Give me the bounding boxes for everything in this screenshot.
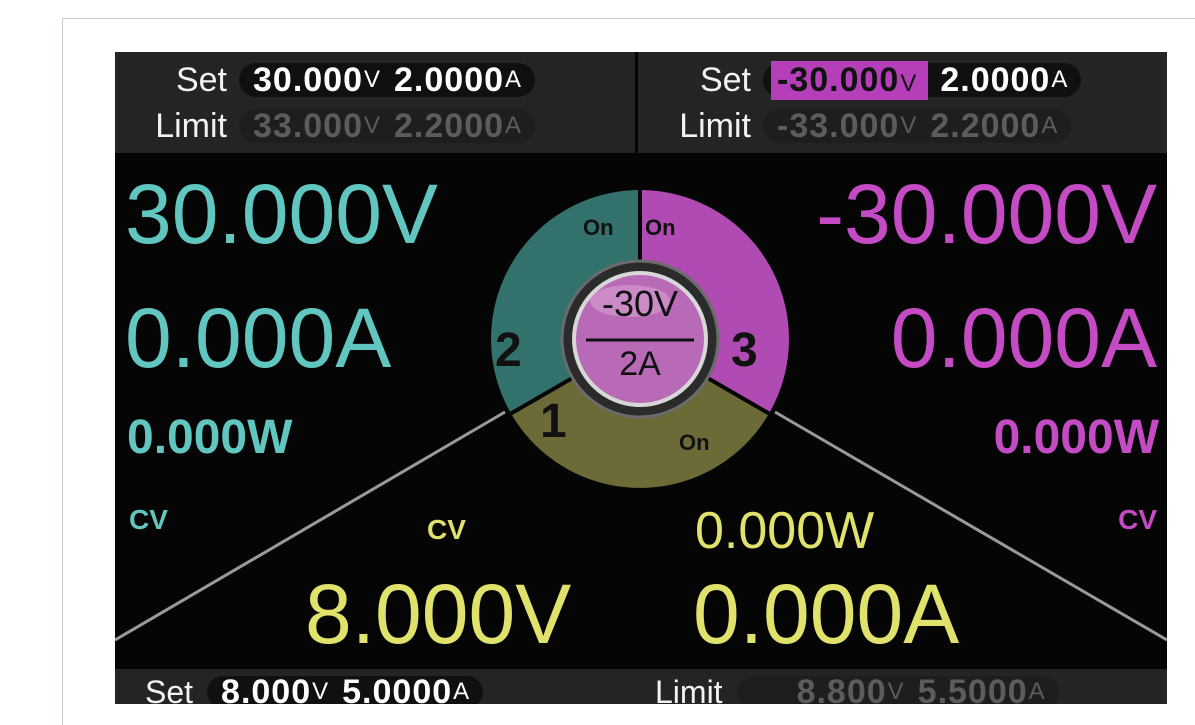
ch2-mode-label: CV — [129, 504, 168, 535]
ch1-set-values[interactable]: 8.000 V 5.0000 A — [207, 672, 484, 705]
ch1-limit-current: 5.5000 — [917, 672, 1028, 705]
dial-voltage: -30V — [601, 283, 679, 324]
ch1-set-voltage: 8.000 — [221, 672, 312, 705]
ch1-limit-label: Limit — [655, 673, 723, 705]
dial-current: 2A — [619, 345, 661, 383]
ch2-power-reading: 0.000W — [127, 411, 293, 464]
ch3-current-reading: 0.000A — [890, 291, 1157, 385]
ch1-limit-values[interactable]: 8.800 V 5.5000 A — [736, 672, 1059, 705]
ch1-set-current: 5.0000 — [342, 672, 453, 705]
ch2-current-reading: 0.000A — [125, 291, 392, 385]
ch3-voltage-reading: -30.000V — [816, 167, 1157, 261]
ch2-number: 2 — [495, 324, 522, 377]
ch3-number: 3 — [731, 324, 758, 377]
ch1-mode-label: CV — [427, 514, 466, 545]
ch1-number: 1 — [540, 395, 567, 448]
ch1-state-label: On — [679, 430, 710, 455]
ch3-state-label: On — [645, 215, 676, 240]
ch1-current-reading: 0.000A — [693, 567, 960, 661]
ch3-mode-label: CV — [1118, 504, 1157, 535]
ch1-set-label: Set — [145, 673, 194, 705]
ch2-voltage-reading: 30.000V — [125, 167, 438, 261]
ch2-state-label: On — [583, 215, 614, 240]
power-supply-display: Set 30.000 V 2.0000 A Limit 33.000 V 2.2000… — [115, 52, 1167, 704]
ch1-settings-panel[interactable]: Set 8.000 V 5.0000 A Limit 8.800 V 5.5000 A — [115, 669, 1167, 704]
ch3-power-reading: 0.000W — [993, 411, 1159, 464]
ch1-power-reading: 0.000W — [695, 502, 875, 560]
ch1-voltage-reading: 8.000V — [305, 567, 572, 661]
ch1-limit-voltage: 8.800 — [796, 672, 887, 705]
